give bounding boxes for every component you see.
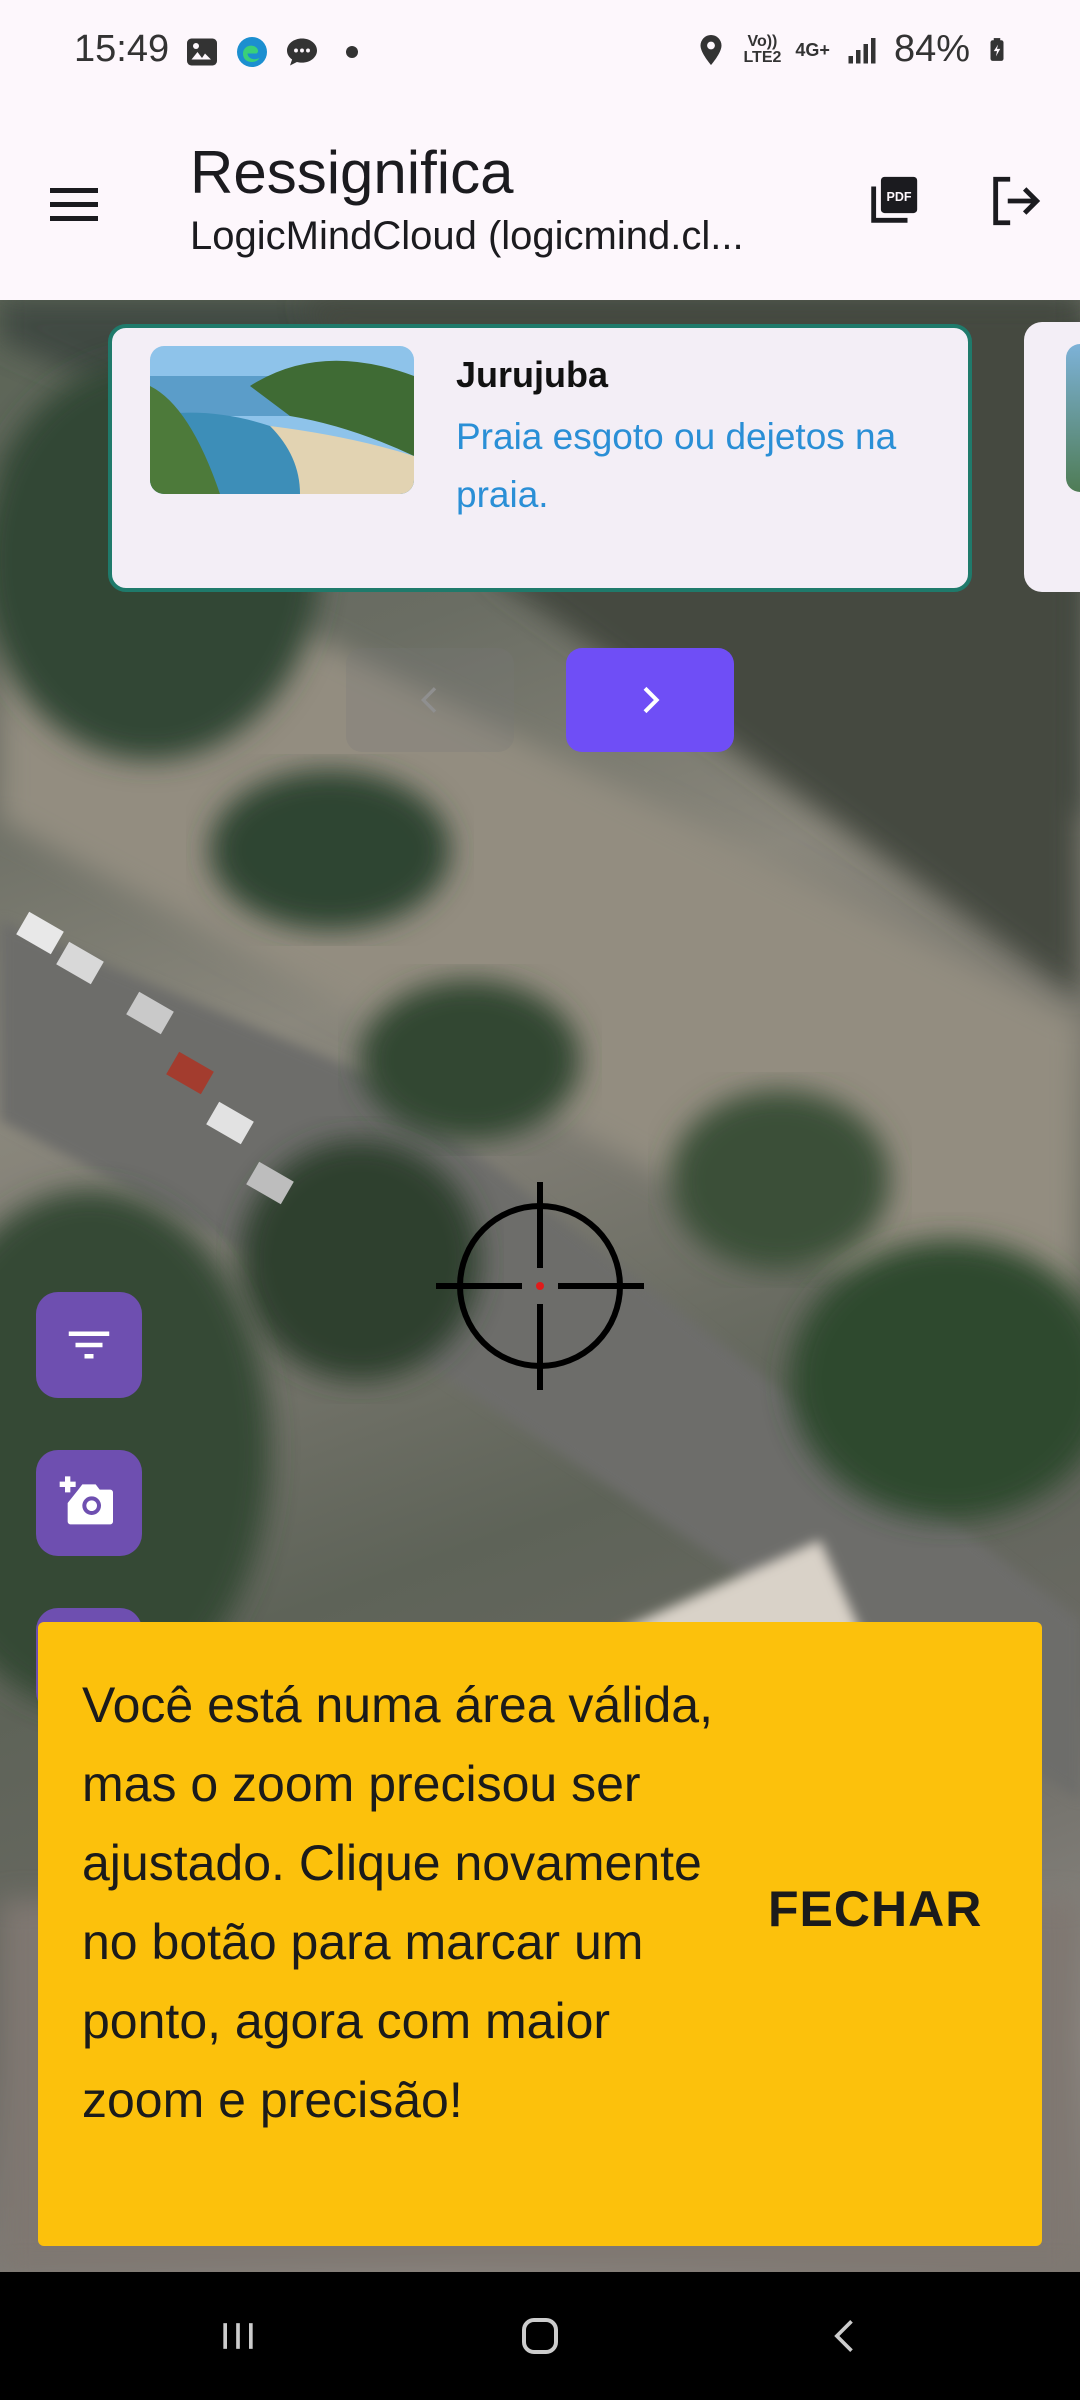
- more-notifications-dot-icon: [346, 46, 358, 58]
- zoom-adjusted-snackbar: Você está numa área válida, mas o zoom p…: [38, 1622, 1042, 2246]
- filter-icon: [68, 1331, 110, 1359]
- system-navigation-bar: [0, 2272, 1080, 2400]
- next-button[interactable]: [566, 648, 734, 752]
- recent-apps-icon: [223, 2323, 253, 2349]
- logout-icon: [993, 176, 1041, 226]
- signal-icon: [848, 37, 876, 63]
- occurrence-card[interactable]: Jurujuba Praia esgoto ou dejetos na prai…: [108, 324, 972, 592]
- edge-browser-icon: [237, 37, 267, 67]
- next-occurrence-card[interactable]: [1024, 322, 1080, 592]
- pdf-icon: PDF: [871, 176, 918, 223]
- back-icon: [834, 2320, 853, 2352]
- battery-charging-icon: [990, 37, 1004, 61]
- chevron-right-icon: [643, 686, 660, 714]
- battery-percent: 84%: [893, 28, 970, 70]
- close-snackbar-button[interactable]: FECHAR: [768, 1880, 982, 1938]
- app-title: Ressignifica: [190, 139, 514, 206]
- add-photo-icon: [59, 1476, 113, 1525]
- add-photo-button[interactable]: [36, 1450, 142, 1556]
- menu-icon: [50, 188, 98, 221]
- next-occurrence-photo: [1066, 344, 1080, 492]
- status-time: 15:49: [74, 28, 170, 70]
- app-subtitle: LogicMindCloud (logicmind.cl...: [190, 214, 744, 258]
- app-bar: Ressignifica LogicMindCloud (logicmind.c…: [0, 108, 1080, 300]
- notification-icons: [184, 34, 370, 70]
- location-icon: [700, 34, 722, 65]
- volte-indicator: Vo)) LTE2: [743, 32, 782, 66]
- occurrence-photo: [150, 346, 414, 494]
- recent-apps-button[interactable]: [208, 2306, 268, 2366]
- menu-button[interactable]: [44, 174, 104, 234]
- status-bar: 15:49 Vo)) LTE2 4G+ 84%: [0, 0, 1080, 108]
- messages-icon: [287, 38, 317, 66]
- svg-text:PDF: PDF: [886, 190, 911, 204]
- network-type: 4G+: [795, 39, 830, 60]
- filter-button[interactable]: [36, 1292, 142, 1398]
- target-crosshair-icon: [436, 1182, 644, 1390]
- snackbar-message: Você está numa área válida, mas o zoom p…: [82, 1677, 713, 2128]
- home-button[interactable]: [510, 2306, 570, 2366]
- chevron-left-icon: [420, 687, 437, 713]
- occurrence-description[interactable]: Praia esgoto ou dejetos na praia.: [456, 408, 936, 524]
- logout-button[interactable]: [980, 166, 1050, 236]
- occurrence-title: Jurujuba: [456, 354, 609, 395]
- previous-button[interactable]: [346, 648, 514, 752]
- pdf-export-button[interactable]: PDF: [858, 166, 928, 236]
- home-icon: [522, 2318, 558, 2354]
- back-button[interactable]: [816, 2306, 876, 2366]
- gallery-icon: [187, 38, 217, 66]
- status-right: Vo)) LTE2 4G+ 84%: [693, 28, 1010, 71]
